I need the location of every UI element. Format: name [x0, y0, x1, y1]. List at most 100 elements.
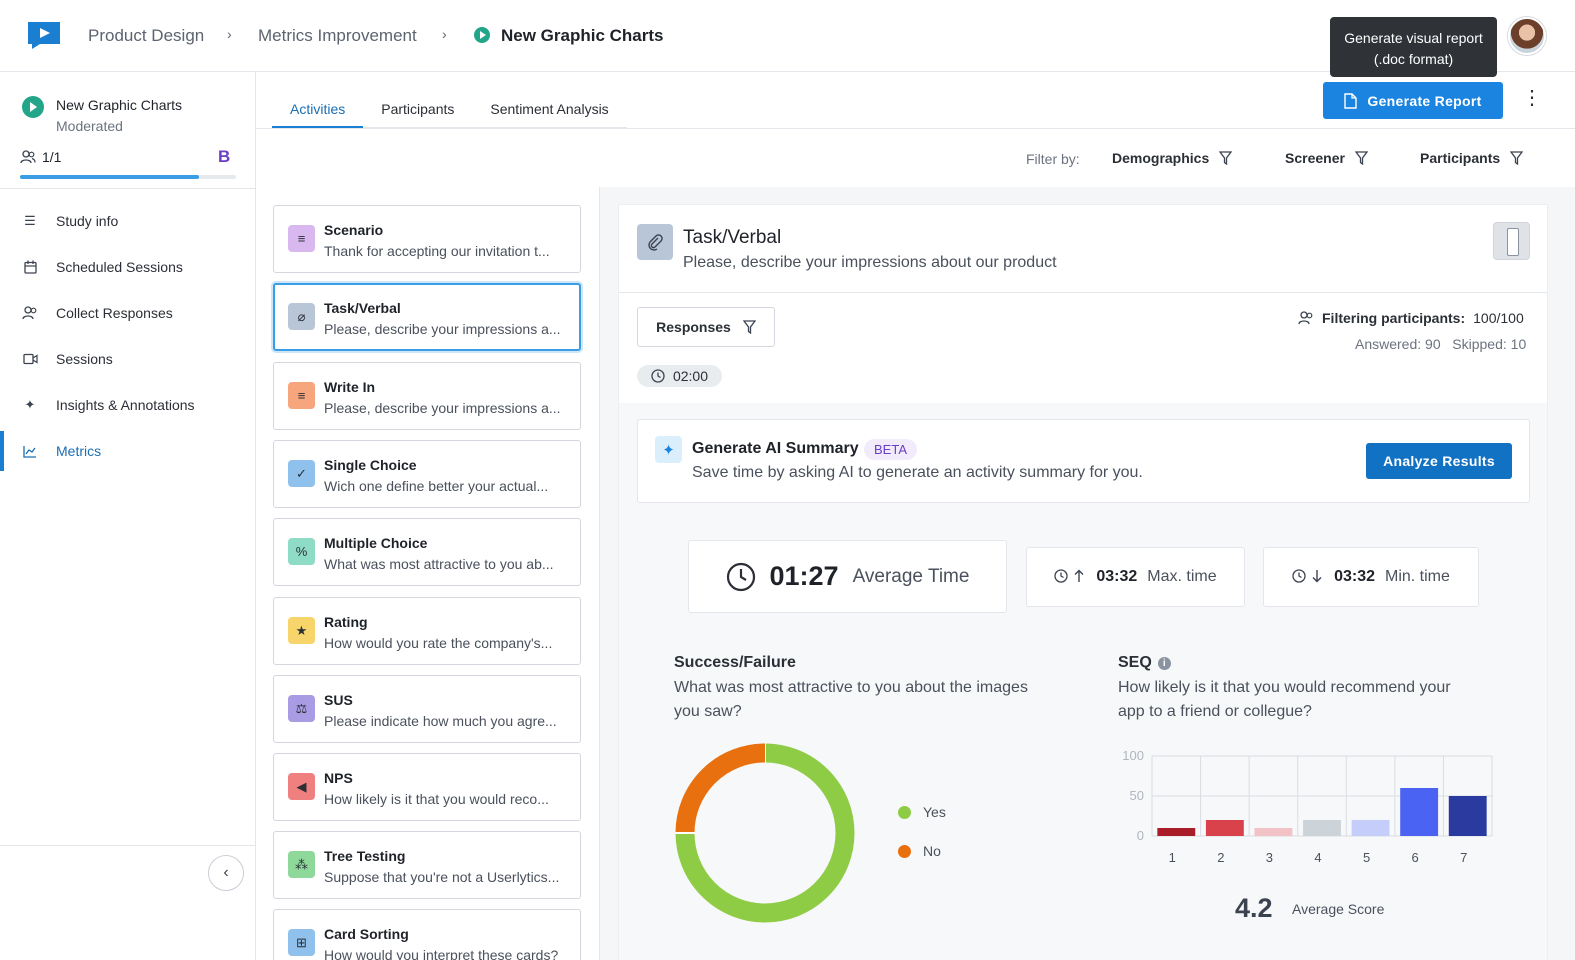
x-tick-label: 3: [1266, 850, 1273, 865]
x-tick-label: 2: [1217, 850, 1224, 865]
legend-label: Yes: [923, 804, 946, 820]
sidebar-item-scheduled-sessions[interactable]: Scheduled Sessions: [0, 247, 255, 287]
activity-card-single-choice[interactable]: ✓ Single Choice Wich one define better y…: [273, 440, 581, 508]
plan-badge: B: [218, 147, 231, 166]
analyze-results-button[interactable]: Analyze Results: [1366, 443, 1512, 479]
average-time-card: 01:27 Average Time: [688, 540, 1007, 613]
legend-no: No: [898, 843, 941, 859]
star-icon: ★: [288, 617, 315, 644]
beta-badge: BETA: [864, 439, 917, 460]
x-tick-label: 5: [1363, 850, 1370, 865]
device-preview-thumbnail[interactable]: [1493, 222, 1530, 260]
success-failure-donut-chart: [675, 743, 855, 923]
y-tick-label: 0: [1137, 828, 1144, 843]
sidebar-item-label: Scheduled Sessions: [56, 259, 183, 275]
tab-sentiment-analysis[interactable]: Sentiment Analysis: [472, 90, 626, 129]
ai-summary-title: Generate AI Summary: [692, 440, 859, 457]
activity-desc: What was most attractive to you ab...: [324, 556, 554, 572]
text-icon: ≡: [288, 225, 315, 252]
sidebar-item-sessions[interactable]: Sessions: [0, 339, 255, 379]
activity-card-write-in[interactable]: ≡ Write In Please, describe your impress…: [273, 362, 581, 430]
sparkle-icon: ✦: [24, 397, 36, 412]
more-options-icon[interactable]: ⋮: [1522, 88, 1542, 108]
average-score-value: 4.2: [1235, 893, 1273, 923]
study-status-icon: [474, 27, 490, 43]
y-tick-label: 50: [1130, 788, 1144, 803]
activity-card-task-verbal[interactable]: ⌀ Task/Verbal Please, describe your impr…: [273, 283, 581, 351]
tab-bar: Activities Participants Sentiment Analys…: [272, 90, 627, 129]
activity-desc: Please indicate how much you agre...: [324, 713, 557, 729]
users-icon: [20, 150, 36, 164]
sidebar-item-collect-responses[interactable]: Collect Responses: [0, 293, 255, 333]
filter-label: Filter by:: [1026, 151, 1080, 167]
activity-desc: How would you interpret these cards?: [324, 947, 559, 960]
activity-desc: Please, describe your impressions a...: [324, 400, 561, 416]
activity-card-sus[interactable]: ⚖ SUS Please indicate how much you agre.…: [273, 675, 581, 743]
activity-card-nps[interactable]: ◀ NPS How likely is it that you would re…: [273, 753, 581, 821]
seq-question: How likely is it that you would recommen…: [1118, 679, 1451, 720]
tab-activities[interactable]: Activities: [272, 90, 364, 129]
tooltip-line-1: Generate visual report: [1344, 30, 1483, 46]
collapse-sidebar-button[interactable]: ‹: [208, 855, 244, 891]
success-failure-question: What was most attractive to you about th…: [674, 679, 1028, 720]
filter-icon: [1510, 151, 1524, 165]
users-icon: [1298, 311, 1313, 325]
breadcrumb-product-design[interactable]: Product Design: [88, 26, 204, 46]
activity-card-tree-testing[interactable]: ⁂ Tree Testing Suppose that you're not a…: [273, 831, 581, 899]
sidebar-item-label: Collect Responses: [56, 305, 173, 321]
sidebar-item-insights[interactable]: ✦ Insights & Annotations: [0, 385, 255, 425]
filter-participants-label: Participants: [1420, 150, 1501, 166]
tooltip-line-2: (.doc format): [1373, 51, 1454, 67]
breadcrumb-current: New Graphic Charts: [501, 26, 664, 45]
generate-report-button[interactable]: Generate Report: [1323, 82, 1503, 119]
app-logo-icon[interactable]: [26, 20, 62, 50]
activity-card-scenario[interactable]: ≡ Scenario Thank for accepting our invit…: [273, 205, 581, 273]
tab-participants[interactable]: Participants: [363, 90, 472, 129]
study-status-icon: [22, 96, 44, 118]
filter-icon: [1354, 151, 1368, 165]
activity-desc: Thank for accepting our invitation t...: [324, 243, 550, 259]
sidebar-item-study-info[interactable]: ☰ Study info: [0, 201, 255, 241]
generate-report-label: Generate Report: [1367, 92, 1482, 109]
task-title: Task/Verbal: [683, 227, 782, 248]
average-time-value: 01:27: [769, 561, 839, 591]
filter-demographics[interactable]: Demographics: [1112, 150, 1233, 166]
x-tick-label: 4: [1314, 850, 1321, 865]
min-time-value: 03:32: [1334, 568, 1375, 585]
clock-icon: [651, 369, 665, 383]
success-failure-title: Success/Failure: [674, 654, 796, 671]
bar-3: [1254, 828, 1293, 836]
legend-swatch: [898, 805, 911, 819]
calendar-icon: [22, 259, 38, 275]
sidebar-item-metrics[interactable]: Metrics: [0, 431, 255, 471]
filter-screener[interactable]: Screener: [1285, 150, 1368, 166]
breadcrumb-metrics-improvement[interactable]: Metrics Improvement: [258, 26, 417, 46]
ai-sparkle-icon: ✦: [655, 436, 682, 463]
activity-desc: How would you rate the company's...: [324, 635, 553, 651]
scale-icon: ⚖: [288, 695, 315, 722]
user-avatar[interactable]: [1508, 17, 1546, 55]
activity-card-card-sorting[interactable]: ⊞ Card Sorting How would you interpret t…: [273, 909, 581, 960]
chevron-right-icon: ›: [227, 26, 232, 42]
study-progress-bar: [20, 175, 236, 179]
activity-card-rating[interactable]: ★ Rating How would you rate the company'…: [273, 597, 581, 665]
time-limit-value: 02:00: [672, 368, 709, 384]
sidebar: New Graphic Charts Moderated 1/1 B ☰ Stu…: [0, 72, 256, 960]
megaphone-icon: ◀: [288, 773, 315, 800]
responses-label: Responses: [656, 319, 731, 335]
responses-filter-button[interactable]: Responses: [637, 307, 775, 347]
chart-icon: [22, 443, 38, 459]
activity-card-multiple-choice[interactable]: % Multiple Choice What was most attracti…: [273, 518, 581, 586]
sidebar-item-label: Sessions: [56, 351, 113, 367]
activity-title: Tree Testing: [324, 848, 406, 864]
filter-icon: [1219, 151, 1233, 165]
bar-6: [1400, 788, 1439, 836]
tree-icon: ⁂: [288, 851, 315, 878]
generate-report-tooltip: Generate visual report (.doc format): [1330, 17, 1497, 77]
filtering-label: Filtering participants:: [1322, 310, 1466, 326]
info-icon[interactable]: i: [1157, 657, 1171, 670]
filter-participants[interactable]: Participants: [1420, 150, 1524, 166]
check-icon: ✓: [288, 460, 315, 487]
ai-summary-desc: Save time by asking AI to generate an ac…: [692, 464, 1143, 481]
skipped-count: Skipped: 10: [1452, 336, 1527, 352]
